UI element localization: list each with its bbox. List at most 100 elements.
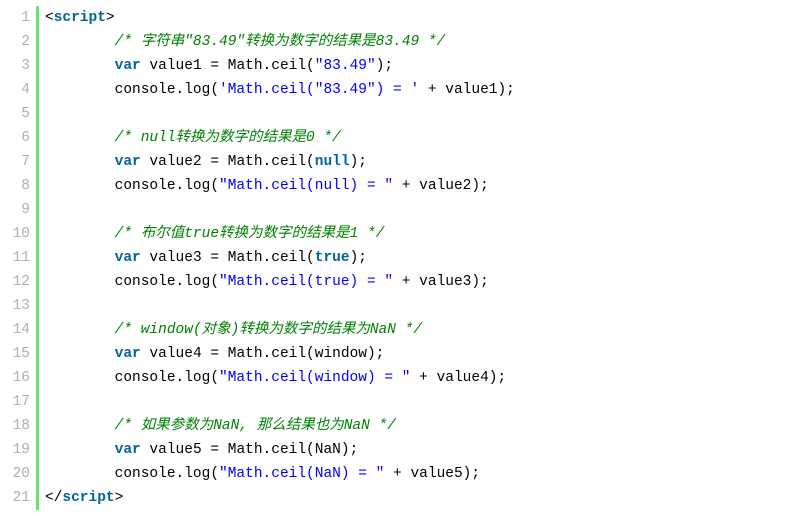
token-ident: value1 = Math.ceil( <box>141 58 315 74</box>
line-number: 12 <box>8 270 30 294</box>
code-line: console.log("Math.ceil(null) = " + value… <box>45 174 515 198</box>
token-kw: var <box>115 346 141 362</box>
token-ident <box>45 250 115 266</box>
code-line: var value3 = Math.ceil(true); <box>45 246 515 270</box>
line-number: 11 <box>8 246 30 270</box>
token-ident <box>45 322 115 338</box>
token-ident <box>45 202 54 218</box>
token-punct: > <box>106 10 115 26</box>
line-number: 6 <box>8 126 30 150</box>
code-line: </script> <box>45 486 515 510</box>
token-ident: value5 = Math.ceil(NaN); <box>141 442 359 458</box>
code-line: console.log('Math.ceil("83.49") = ' + va… <box>45 78 515 102</box>
code-line <box>45 390 515 414</box>
code-line: var value2 = Math.ceil(null); <box>45 150 515 174</box>
token-tag: script <box>54 10 106 26</box>
token-str: "Math.ceil(window) = " <box>219 370 410 386</box>
line-number: 8 <box>8 174 30 198</box>
token-ident <box>45 226 115 242</box>
token-ident: + value4); <box>410 370 506 386</box>
token-bool: null <box>315 154 350 170</box>
code-line: console.log("Math.ceil(true) = " + value… <box>45 270 515 294</box>
code-line: <script> <box>45 6 515 30</box>
code-line: var value1 = Math.ceil("83.49"); <box>45 54 515 78</box>
token-ident: value2 = Math.ceil( <box>141 154 315 170</box>
line-number: 15 <box>8 342 30 366</box>
code-block: 123456789101112131415161718192021 <scrip… <box>0 0 800 516</box>
token-ident: value3 = Math.ceil( <box>141 250 315 266</box>
token-cmt: /* 字符串"83.49"转换为数字的结果是83.49 */ <box>115 34 446 50</box>
line-number: 7 <box>8 150 30 174</box>
token-ident: ); <box>350 250 367 266</box>
line-number: 10 <box>8 222 30 246</box>
code-content: <script> /* 字符串"83.49"转换为数字的结果是83.49 */ … <box>45 6 515 510</box>
line-number: 18 <box>8 414 30 438</box>
token-ident <box>45 394 54 410</box>
token-ident <box>45 442 115 458</box>
line-number: 19 <box>8 438 30 462</box>
token-ident: ); <box>376 58 393 74</box>
token-ident: + value5); <box>384 466 480 482</box>
code-line: var value5 = Math.ceil(NaN); <box>45 438 515 462</box>
token-ident: value4 = Math.ceil(window); <box>141 346 385 362</box>
token-str: "Math.ceil(true) = " <box>219 274 393 290</box>
token-ident <box>45 58 115 74</box>
token-punct: < <box>45 10 54 26</box>
token-ident: console.log( <box>45 82 219 98</box>
token-kw: var <box>115 154 141 170</box>
token-ident: + value2); <box>393 178 489 194</box>
code-line: /* 布尔值true转换为数字的结果是1 */ <box>45 222 515 246</box>
line-number: 14 <box>8 318 30 342</box>
code-line: /* window(对象)转换为数字的结果为NaN */ <box>45 318 515 342</box>
code-line <box>45 102 515 126</box>
token-punct: > <box>115 490 124 506</box>
token-ident <box>45 418 115 434</box>
token-ident: console.log( <box>45 370 219 386</box>
token-str: "Math.ceil(NaN) = " <box>219 466 384 482</box>
token-tag: script <box>62 490 114 506</box>
token-cmt: /* 布尔值true转换为数字的结果是1 */ <box>115 226 385 242</box>
token-ident: console.log( <box>45 466 219 482</box>
token-kw: var <box>115 442 141 458</box>
line-number: 9 <box>8 198 30 222</box>
token-ident: + value3); <box>393 274 489 290</box>
code-line: /* 如果参数为NaN, 那么结果也为NaN */ <box>45 414 515 438</box>
line-number: 17 <box>8 390 30 414</box>
token-kw: var <box>115 58 141 74</box>
token-cmt: /* window(对象)转换为数字的结果为NaN */ <box>115 322 422 338</box>
gutter-divider <box>36 6 39 510</box>
token-ident: + value1); <box>419 82 515 98</box>
token-cmt: /* null转换为数字的结果是0 */ <box>115 130 341 146</box>
line-number-gutter: 123456789101112131415161718192021 <box>0 6 36 510</box>
line-number: 21 <box>8 486 30 510</box>
line-number: 4 <box>8 78 30 102</box>
token-punct: </ <box>45 490 62 506</box>
token-ident: console.log( <box>45 274 219 290</box>
token-ident <box>45 106 54 122</box>
line-number: 20 <box>8 462 30 486</box>
token-str: 'Math.ceil("83.49") = ' <box>219 82 419 98</box>
line-number: 16 <box>8 366 30 390</box>
code-line: /* null转换为数字的结果是0 */ <box>45 126 515 150</box>
line-number: 13 <box>8 294 30 318</box>
token-ident <box>45 298 54 314</box>
token-str: "Math.ceil(null) = " <box>219 178 393 194</box>
token-ident <box>45 346 115 362</box>
code-line <box>45 294 515 318</box>
code-line: console.log("Math.ceil(NaN) = " + value5… <box>45 462 515 486</box>
token-ident: ); <box>350 154 367 170</box>
token-ident <box>45 154 115 170</box>
token-str: "83.49" <box>315 58 376 74</box>
token-ident: console.log( <box>45 178 219 194</box>
token-cmt: /* 如果参数为NaN, 那么结果也为NaN */ <box>115 418 396 434</box>
code-line: /* 字符串"83.49"转换为数字的结果是83.49 */ <box>45 30 515 54</box>
code-line: console.log("Math.ceil(window) = " + val… <box>45 366 515 390</box>
code-line: var value4 = Math.ceil(window); <box>45 342 515 366</box>
token-bool: true <box>315 250 350 266</box>
line-number: 2 <box>8 30 30 54</box>
line-number: 1 <box>8 6 30 30</box>
line-number: 3 <box>8 54 30 78</box>
line-number: 5 <box>8 102 30 126</box>
token-kw: var <box>115 250 141 266</box>
token-ident <box>45 130 115 146</box>
